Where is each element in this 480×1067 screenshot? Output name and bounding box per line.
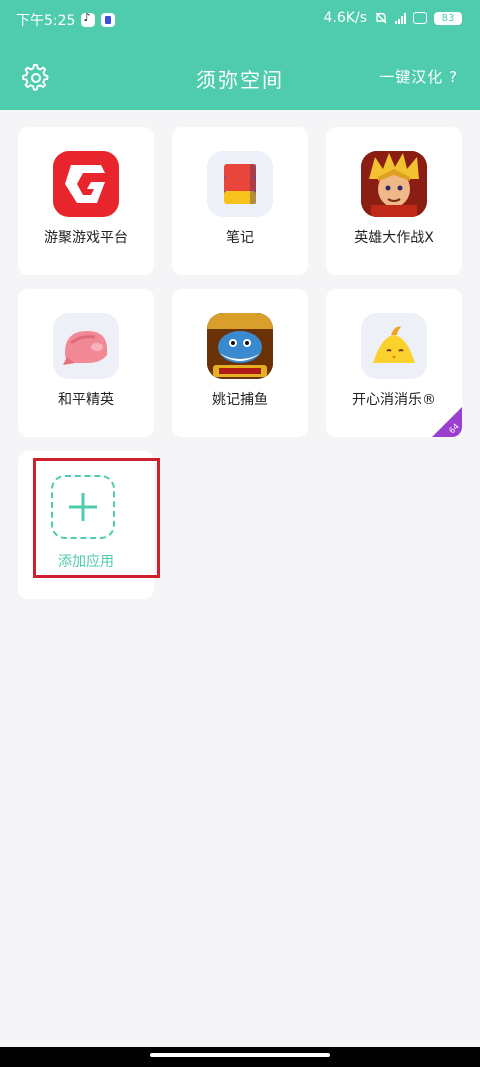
- top-header: 下午5:25 4.6K/s 83 须弥空间 一键汉化 ?: [0, 0, 480, 110]
- tiktok-notification-icon: [81, 11, 96, 27]
- youju-g-icon: [53, 151, 119, 217]
- signal-icon: [395, 12, 406, 24]
- fish-game-icon: [207, 313, 273, 379]
- home-indicator[interactable]: [150, 1053, 330, 1057]
- app-card-peace-elite[interactable]: 和平精英: [18, 289, 154, 437]
- hero-avatar-icon: [361, 151, 427, 217]
- one-click-translate-button[interactable]: 一键汉化 ?: [379, 66, 458, 87]
- app-card-fish[interactable]: 姚记捕鱼: [172, 289, 308, 437]
- status-bar: 下午5:25 4.6K/s 83: [0, 0, 480, 36]
- app-card-happy-elimination[interactable]: 开心消消乐® 64: [326, 289, 462, 437]
- app-notification-icon: [101, 13, 116, 27]
- network-speed: 4.6K/s: [323, 10, 367, 26]
- pink-helmet-icon: [53, 313, 119, 379]
- app-label: 和平精英: [58, 392, 114, 408]
- navigation-bar: [0, 1047, 480, 1067]
- app-label: 开心消消乐®: [352, 392, 436, 408]
- mute-bell-icon: [375, 12, 387, 24]
- app-card-notes[interactable]: 笔记: [172, 127, 308, 275]
- status-time: 下午5:25: [16, 13, 76, 29]
- notebook-icon: [207, 151, 273, 217]
- highlight-box: [33, 458, 160, 578]
- status-right: 4.6K/s 83: [324, 10, 462, 26]
- app-card-youju[interactable]: 游聚游戏平台: [18, 127, 154, 275]
- app-card-hero[interactable]: 英雄大作战X: [326, 127, 462, 275]
- app-label: 姚记捕鱼: [212, 392, 268, 408]
- app-label: 笔记: [226, 230, 254, 246]
- wifi-icon: [413, 12, 427, 24]
- arch-64-badge: 64: [432, 407, 462, 437]
- app-label: 英雄大作战X: [354, 230, 434, 246]
- yellow-chick-icon: [361, 313, 427, 379]
- app-label: 游聚游戏平台: [44, 230, 128, 246]
- battery-indicator: 83: [434, 11, 462, 25]
- status-left: 下午5:25: [16, 10, 116, 30]
